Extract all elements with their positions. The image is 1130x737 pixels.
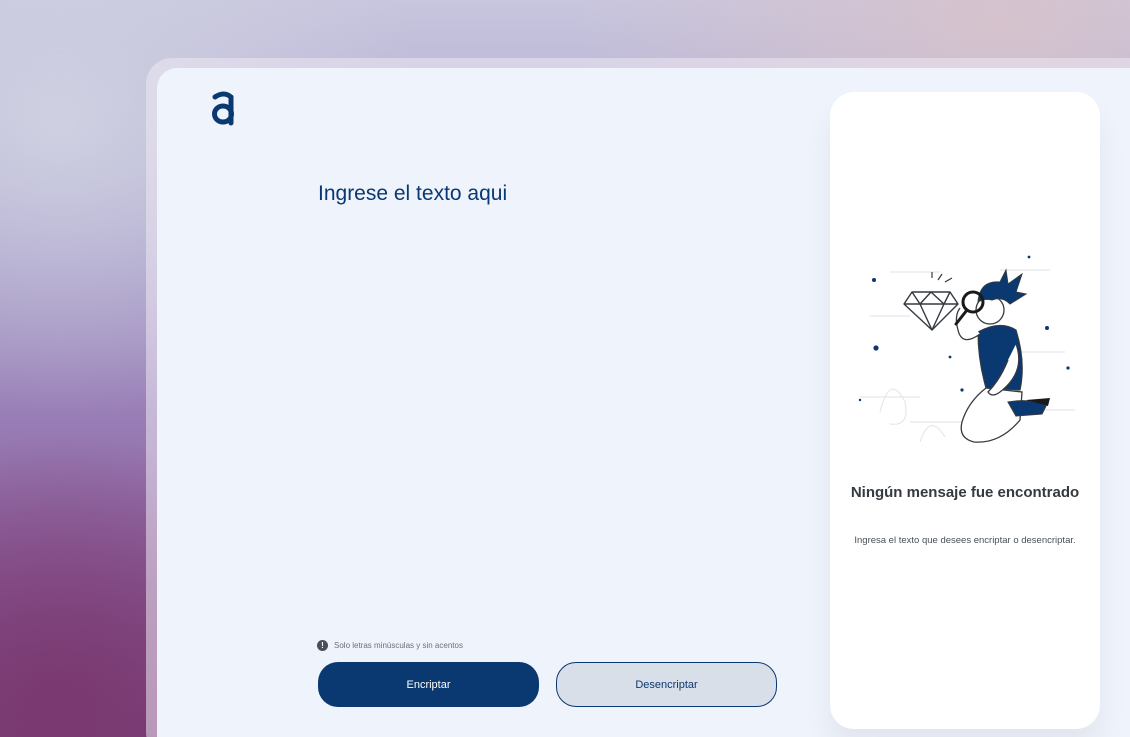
- message-input[interactable]: [316, 178, 786, 608]
- hint-text: Solo letras minúsculas y sin acentos: [334, 641, 463, 650]
- info-circle-icon: !: [317, 640, 328, 651]
- empty-result-title: Ningún mensaje fue encontrado: [850, 484, 1080, 501]
- empty-state-illustration: [858, 255, 1075, 443]
- encrypt-button[interactable]: Encriptar: [318, 662, 539, 707]
- decrypt-button[interactable]: Desencriptar: [556, 662, 777, 707]
- empty-result-description: Ingresa el texto que desees encriptar o …: [854, 535, 1076, 546]
- alura-logo-icon: [212, 91, 234, 126]
- result-panel: Ningún mensaje fue encontrado Ingresa el…: [830, 92, 1100, 729]
- input-hint: ! Solo letras minúsculas y sin acentos: [317, 640, 463, 651]
